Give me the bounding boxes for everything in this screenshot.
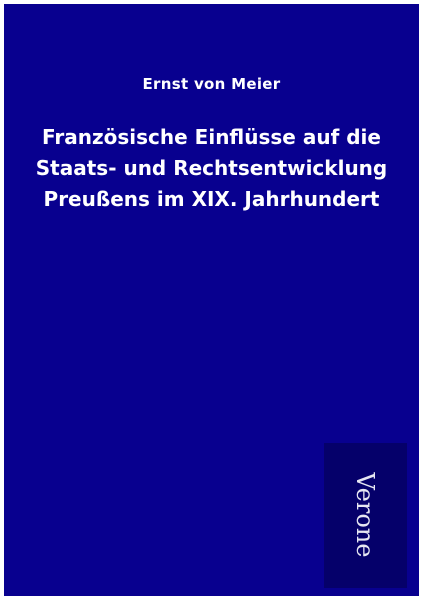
author-name: Ernst von Meier bbox=[142, 75, 281, 93]
publisher-logo-box: Verone bbox=[324, 443, 407, 588]
book-title: Französische Einflüsse auf die Staats- u… bbox=[4, 122, 419, 215]
title-line-2: Staats- und Rechtsentwicklung bbox=[35, 156, 388, 180]
publisher-name: Verone bbox=[351, 472, 379, 558]
book-cover: Ernst von Meier Französische Einflüsse a… bbox=[4, 4, 419, 596]
title-line-1: Französische Einflüsse auf die bbox=[42, 125, 381, 149]
title-line-3: Preußens im XIX. Jahrhundert bbox=[43, 187, 380, 211]
